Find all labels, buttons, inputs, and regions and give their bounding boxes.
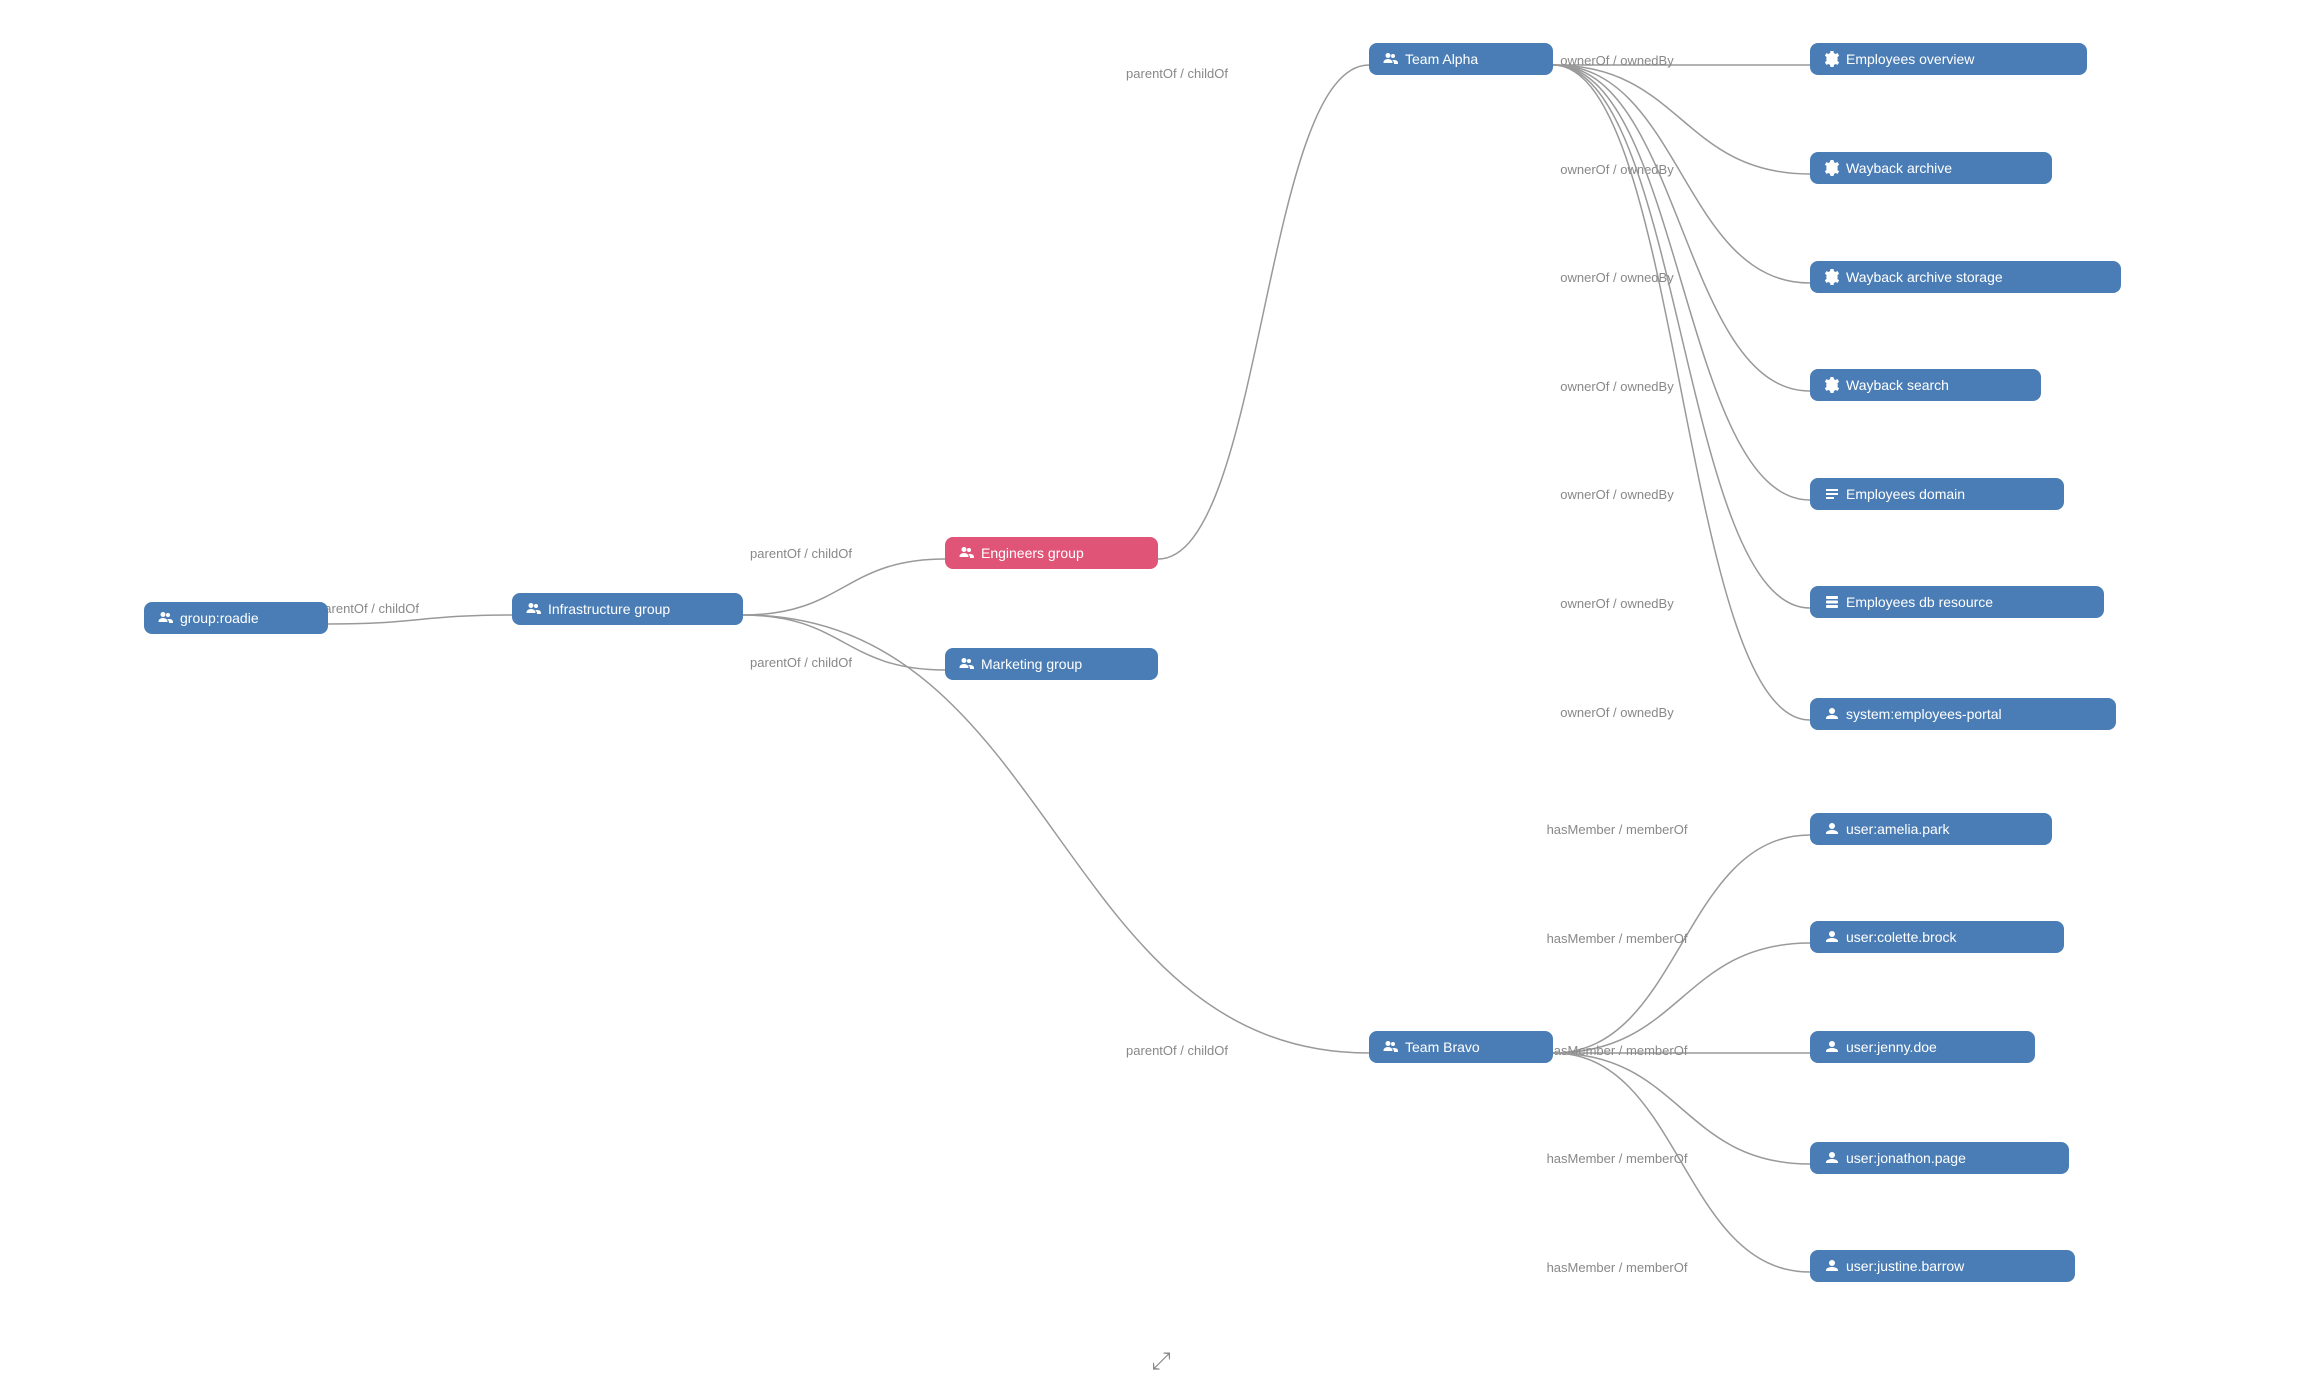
engineersGroup-icon	[959, 545, 975, 561]
expand-icon[interactable]: ⤢	[1151, 1348, 1170, 1376]
node-userColetteBrock[interactable]: user:colette.brock	[1810, 921, 2064, 953]
edge-label-7: ownerOf / ownedBy	[1560, 270, 1674, 285]
edge-2	[743, 615, 945, 670]
edge-label-9: ownerOf / ownedBy	[1560, 487, 1674, 502]
teamBravo-label: Team Bravo	[1405, 1039, 1480, 1055]
userJonathonPage-icon	[1824, 1150, 1840, 1166]
employeesDomain-label: Employees domain	[1846, 486, 1965, 502]
node-employeesOverview[interactable]: Employees overview	[1810, 43, 2087, 75]
infrastructureGroup-icon	[526, 601, 542, 617]
waybackArchive-label: Wayback archive	[1846, 160, 1952, 176]
edge-label-1: parentOf / childOf	[750, 546, 852, 561]
node-userJonathonPage[interactable]: user:jonathon.page	[1810, 1142, 2069, 1174]
edge-6	[1553, 65, 1810, 174]
edge-label-3: parentOf / childOf	[1126, 66, 1228, 81]
node-groupRoadie[interactable]: group:roadie	[144, 602, 328, 634]
edge-label-2: parentOf / childOf	[750, 655, 852, 670]
node-teamBravo[interactable]: Team Bravo	[1369, 1031, 1553, 1063]
edge-16	[1553, 1053, 1810, 1272]
teamAlpha-label: Team Alpha	[1405, 51, 1478, 67]
edge-label-10: ownerOf / ownedBy	[1560, 596, 1674, 611]
node-waybackArchive[interactable]: Wayback archive	[1810, 152, 2052, 184]
edge-1	[743, 559, 945, 615]
node-userJennyDoe[interactable]: user:jenny.doe	[1810, 1031, 2035, 1063]
userColetteBrock-label: user:colette.brock	[1846, 929, 1957, 945]
groupRoadie-label: group:roadie	[180, 610, 259, 626]
userJustineBarrow-icon	[1824, 1258, 1840, 1274]
edge-label-15: hasMember / memberOf	[1547, 1151, 1688, 1166]
edge-15	[1553, 1053, 1810, 1164]
userAmeliaPark-icon	[1824, 821, 1840, 837]
userColetteBrock-icon	[1824, 929, 1840, 945]
node-infrastructureGroup[interactable]: Infrastructure group	[512, 593, 743, 625]
node-engineersGroup[interactable]: Engineers group	[945, 537, 1158, 569]
edge-label-5: ownerOf / ownedBy	[1560, 53, 1674, 68]
node-userJustineBarrow[interactable]: user:justine.barrow	[1810, 1250, 2075, 1282]
employeesDbResource-label: Employees db resource	[1846, 594, 1993, 610]
edge-7	[1553, 65, 1810, 283]
edge-0	[328, 615, 512, 624]
userAmeliaPark-label: user:amelia.park	[1846, 821, 1950, 837]
edge-12	[1553, 835, 1810, 1053]
edge-9	[1553, 65, 1810, 500]
node-marketingGroup[interactable]: Marketing group	[945, 648, 1158, 680]
node-employeesDbResource[interactable]: Employees db resource	[1810, 586, 2104, 618]
infrastructureGroup-label: Infrastructure group	[548, 601, 670, 617]
teamAlpha-icon	[1383, 51, 1399, 67]
waybackArchiveStorage-icon	[1824, 269, 1840, 285]
edge-10	[1553, 65, 1810, 608]
edge-13	[1553, 943, 1810, 1053]
systemEmployeesPortal-label: system:employees-portal	[1846, 706, 2002, 722]
edge-label-0: parentOf / childOf	[317, 601, 419, 616]
employeesOverview-icon	[1824, 51, 1840, 67]
node-teamAlpha[interactable]: Team Alpha	[1369, 43, 1553, 75]
edge-label-12: hasMember / memberOf	[1547, 822, 1688, 837]
node-employeesDomain[interactable]: Employees domain	[1810, 478, 2064, 510]
teamBravo-icon	[1383, 1039, 1399, 1055]
userJustineBarrow-label: user:justine.barrow	[1846, 1258, 1964, 1274]
edge-label-11: ownerOf / ownedBy	[1560, 705, 1674, 720]
systemEmployeesPortal-icon	[1824, 706, 1840, 722]
engineersGroup-label: Engineers group	[981, 545, 1084, 561]
graph-container: parentOf / childOf parentOf / childOf pare…	[0, 0, 2322, 1396]
waybackArchive-icon	[1824, 160, 1840, 176]
marketingGroup-label: Marketing group	[981, 656, 1082, 672]
edge-label-13: hasMember / memberOf	[1547, 931, 1688, 946]
marketingGroup-icon	[959, 656, 975, 672]
node-userAmeliaPark[interactable]: user:amelia.park	[1810, 813, 2052, 845]
waybackSearch-icon	[1824, 377, 1840, 393]
waybackArchiveStorage-label: Wayback archive storage	[1846, 269, 2003, 285]
node-systemEmployeesPortal[interactable]: system:employees-portal	[1810, 698, 2116, 730]
edge-3	[1158, 65, 1369, 559]
waybackSearch-label: Wayback search	[1846, 377, 1949, 393]
employeesDomain-icon	[1824, 486, 1840, 502]
edge-4	[743, 615, 1369, 1053]
edge-label-14: hasMember / memberOf	[1547, 1043, 1688, 1058]
edge-label-16: hasMember / memberOf	[1547, 1260, 1688, 1275]
node-waybackSearch[interactable]: Wayback search	[1810, 369, 2041, 401]
employeesDbResource-icon	[1824, 594, 1840, 610]
userJennyDoe-label: user:jenny.doe	[1846, 1039, 1937, 1055]
node-waybackArchiveStorage[interactable]: Wayback archive storage	[1810, 261, 2121, 293]
userJennyDoe-icon	[1824, 1039, 1840, 1055]
edge-label-8: ownerOf / ownedBy	[1560, 379, 1674, 394]
edge-label-4: parentOf / childOf	[1126, 1043, 1228, 1058]
edge-11	[1553, 65, 1810, 720]
groupRoadie-icon	[158, 610, 174, 626]
edge-8	[1553, 65, 1810, 391]
edge-label-6: ownerOf / ownedBy	[1560, 162, 1674, 177]
employeesOverview-label: Employees overview	[1846, 51, 1974, 67]
userJonathonPage-label: user:jonathon.page	[1846, 1150, 1966, 1166]
